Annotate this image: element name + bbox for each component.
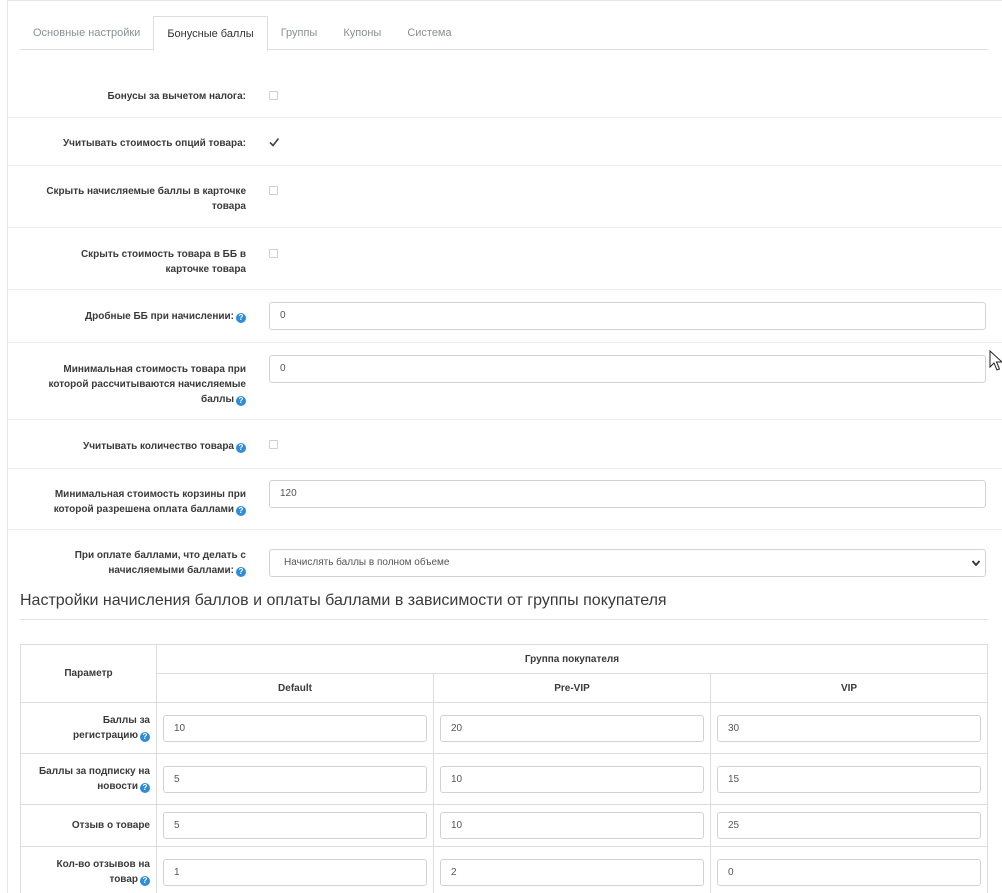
chevron-down-icon xyxy=(971,560,981,567)
field-label: Учитывать стоимость опций товара: xyxy=(62,138,246,149)
newsletter-default-input[interactable]: 5 xyxy=(163,765,427,793)
tab-bonus-points[interactable]: Бонусные баллы xyxy=(153,16,268,51)
review-pre-vip-input[interactable]: 10 xyxy=(440,812,704,839)
hide-cost-bb-checkbox[interactable] xyxy=(269,249,278,258)
group-header-default: Default xyxy=(156,673,434,703)
field-label: Дробные ББ при начислении:? xyxy=(14,309,246,324)
row-label: Баллы за регистрацию? xyxy=(20,702,157,754)
min-product-cost-input[interactable]: 0 xyxy=(269,355,986,383)
tab-main-settings[interactable]: Основные настройки xyxy=(20,16,153,50)
review-default-input[interactable]: 5 xyxy=(163,812,427,839)
table-row: Баллы за подписку на новости? 5 10 15 xyxy=(20,753,988,805)
field-label: Учитывать количество товара? xyxy=(14,439,246,454)
question-circle-icon[interactable]: ? xyxy=(140,732,150,742)
form-row-fractional: Дробные ББ при начислении:? 0 xyxy=(8,290,1002,343)
review-vip-input[interactable]: 25 xyxy=(717,812,981,839)
question-circle-icon[interactable]: ? xyxy=(236,567,246,577)
question-circle-icon[interactable]: ? xyxy=(236,443,246,453)
field-label: Бонусы за вычетом налога: xyxy=(107,91,246,102)
field-label: Скрыть стоимость товара в ББ в карточке т… xyxy=(80,249,246,275)
group-header-vip: VIP xyxy=(710,673,988,703)
table-row: Кол-во отзывов на товар? 1 2 0 xyxy=(20,846,988,893)
form-row-count-quantity: Учитывать количество товара? xyxy=(8,420,1002,469)
form-row-option-cost: Учитывать стоимость опций товара: xyxy=(8,118,1002,166)
group-settings-table: Параметр Группа покупателя Default Pre-V… xyxy=(20,644,988,893)
check-icon xyxy=(269,138,280,147)
reviews-count-pre-vip-input[interactable]: 2 xyxy=(440,858,704,886)
registration-pre-vip-input[interactable]: 20 xyxy=(440,714,704,742)
group-header: Группа покупателя xyxy=(156,644,988,674)
table-row: Отзыв о товаре 5 10 25 xyxy=(20,804,988,847)
question-circle-icon[interactable]: ? xyxy=(236,506,246,516)
question-circle-icon[interactable]: ? xyxy=(140,876,150,886)
row-label: Отзыв о товаре xyxy=(20,804,157,847)
tab-groups[interactable]: Группы xyxy=(268,16,331,50)
tab-system[interactable]: Система xyxy=(394,16,464,50)
on-pay-select-value: Начислять баллы в полном объеме xyxy=(284,557,450,568)
question-circle-icon[interactable]: ? xyxy=(140,783,150,793)
table-row: Баллы за регистрацию? 10 20 30 xyxy=(20,702,988,754)
form-row-min-product-cost: Минимальная стоимость товара при которой … xyxy=(8,343,1002,420)
registration-vip-input[interactable]: 30 xyxy=(717,714,981,742)
row-label: Баллы за подписку на новости? xyxy=(20,753,157,805)
newsletter-pre-vip-input[interactable]: 10 xyxy=(440,765,704,793)
hide-accrued-checkbox[interactable] xyxy=(269,186,278,195)
on-pay-select[interactable]: Начислять баллы в полном объеме xyxy=(269,549,986,577)
bonus-minus-tax-checkbox[interactable] xyxy=(269,91,278,100)
row-label: Кол-во отзывов на товар? xyxy=(20,846,157,893)
option-cost-checkbox[interactable] xyxy=(268,136,280,150)
group-header-pre-vip: Pre-VIP xyxy=(433,673,711,703)
form-row-on-pay: При оплате баллами, что делать с начисляе… xyxy=(8,530,1002,585)
section-title: Настройки начисления баллов и оплаты бал… xyxy=(20,592,988,620)
form-row-min-cart-cost: Минимальная стоимость корзины при которой… xyxy=(8,469,1002,530)
param-header: Параметр xyxy=(20,644,157,703)
mouse-pointer-icon xyxy=(989,350,1002,371)
tab-bar: Основные настройки Бонусные баллы Группы… xyxy=(20,16,988,51)
settings-panel: Основные настройки Бонусные баллы Группы… xyxy=(7,0,1002,893)
fractional-input[interactable]: 0 xyxy=(269,302,986,330)
field-label: Минимальная стоимость корзины при которой… xyxy=(53,489,246,516)
newsletter-vip-input[interactable]: 15 xyxy=(717,765,981,793)
tab-coupons[interactable]: Купоны xyxy=(330,16,394,50)
field-label: Минимальная стоимость товара при которой … xyxy=(48,364,246,406)
min-cart-cost-input[interactable]: 120 xyxy=(269,480,986,508)
form-row-hide-cost-bb: Скрыть стоимость товара в ББ в карточке т… xyxy=(8,228,1002,290)
field-label: Скрыть начисляемые баллы в карточке товар… xyxy=(46,186,246,212)
registration-default-input[interactable]: 10 xyxy=(163,714,427,742)
reviews-count-vip-input[interactable]: 0 xyxy=(717,858,981,886)
form-row-bonus-minus-tax: Бонусы за вычетом налога: xyxy=(8,71,1002,118)
count-quantity-checkbox[interactable] xyxy=(269,440,278,449)
question-circle-icon[interactable]: ? xyxy=(236,313,246,323)
form-row-hide-accrued: Скрыть начисляемые баллы в карточке товар… xyxy=(8,166,1002,228)
question-circle-icon[interactable]: ? xyxy=(236,396,246,406)
field-label: При оплате баллами, что делать с начисляе… xyxy=(74,550,246,577)
reviews-count-default-input[interactable]: 1 xyxy=(163,858,427,886)
